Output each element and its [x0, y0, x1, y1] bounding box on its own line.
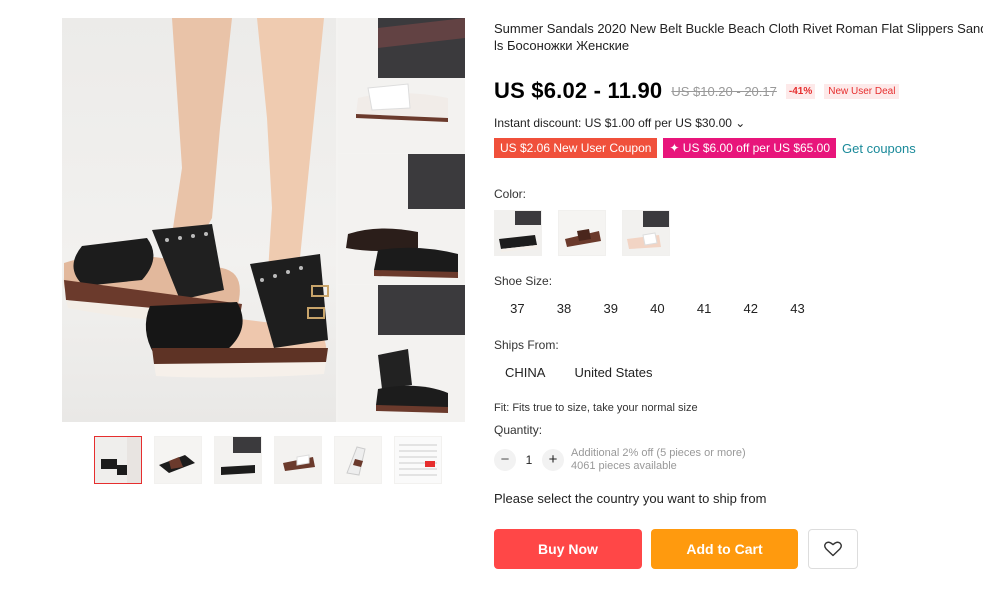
- get-coupons-link[interactable]: Get coupons: [842, 141, 916, 156]
- color-option-brown[interactable]: [558, 210, 606, 256]
- thumbnail-strip: [94, 436, 442, 484]
- quantity-value[interactable]: 1: [516, 453, 542, 467]
- size-option-43[interactable]: 43: [774, 298, 821, 320]
- thumbnail-4[interactable]: [274, 436, 322, 484]
- original-price: US $10.20 - 20.17: [671, 83, 777, 99]
- quantity-increase-button[interactable]: +: [542, 449, 564, 471]
- product-title-line-2: ls Босоножки Женские: [494, 38, 630, 53]
- buy-now-button[interactable]: Buy Now: [494, 529, 642, 569]
- size-option-38[interactable]: 38: [541, 298, 588, 320]
- main-image-right-column: [338, 18, 465, 422]
- stock-available: 4061 pieces available: [571, 460, 677, 472]
- main-product-image[interactable]: [62, 18, 465, 422]
- color-options: [494, 210, 670, 256]
- main-image-tile-middle: [338, 154, 465, 284]
- quantity-decrease-button[interactable]: −: [494, 449, 516, 471]
- thumbnail-2[interactable]: [154, 436, 202, 484]
- color-label: Color:: [494, 187, 527, 201]
- main-image-tile-bottom: [338, 285, 465, 422]
- heart-icon: [824, 541, 842, 557]
- thumbnail-6[interactable]: [394, 436, 442, 484]
- thumbnail-5[interactable]: [334, 436, 382, 484]
- thumbnail-1[interactable]: [94, 436, 142, 484]
- quantity-label: Quantity:: [494, 423, 543, 437]
- ships-from-options: CHINA United States: [494, 362, 664, 384]
- instant-discount[interactable]: Instant discount: US $1.00 off per US $3…: [494, 116, 745, 130]
- color-option-white[interactable]: [622, 210, 670, 256]
- quantity-info: Additional 2% off (5 pieces or more) 406…: [571, 447, 746, 473]
- size-option-41[interactable]: 41: [681, 298, 728, 320]
- ship-option-china[interactable]: CHINA: [494, 362, 556, 384]
- size-options: 37 38 39 40 41 42 43: [494, 298, 821, 320]
- size-option-40[interactable]: 40: [634, 298, 681, 320]
- ship-country-message: Please select the country you want to sh…: [494, 491, 767, 506]
- product-title: Summer Sandals 2020 New Belt Buckle Beac…: [494, 20, 983, 54]
- store-coupon[interactable]: ✦ US $6.00 off per US $65.00: [663, 138, 837, 158]
- product-title-line-1: Summer Sandals 2020 New Belt Buckle Beac…: [494, 21, 983, 36]
- main-image-left-photo: [62, 18, 336, 422]
- price-row: US $6.02 - 11.90 US $10.20 - 20.17 -41% …: [494, 78, 900, 104]
- add-to-cart-button[interactable]: Add to Cart: [651, 529, 798, 569]
- new-user-coupon[interactable]: US $2.06 New User Coupon: [494, 138, 658, 158]
- size-option-42[interactable]: 42: [727, 298, 774, 320]
- ships-from-label: Ships From:: [494, 338, 559, 352]
- new-user-deal-badge: New User Deal: [824, 83, 900, 99]
- size-option-37[interactable]: 37: [494, 298, 541, 320]
- fit-info: Fit: Fits true to size, take your normal…: [494, 402, 698, 414]
- discount-badge: -41%: [785, 83, 816, 99]
- main-image-tile-top: [338, 18, 465, 153]
- bulk-discount-note: Additional 2% off (5 pieces or more): [571, 447, 746, 459]
- sandal-photo-illustration: [63, 18, 329, 378]
- shoe-size-label: Shoe Size:: [494, 274, 553, 288]
- coupon-row: US $2.06 New User Coupon ✦ US $6.00 off …: [494, 138, 916, 158]
- quantity-stepper: − 1 + Additional 2% off (5 pieces or mor…: [494, 447, 746, 473]
- ship-option-united-states[interactable]: United States: [556, 362, 663, 384]
- thumbnail-3[interactable]: [214, 436, 262, 484]
- current-price: US $6.02 - 11.90: [494, 78, 663, 103]
- wishlist-button[interactable]: [808, 529, 858, 569]
- size-option-39[interactable]: 39: [587, 298, 634, 320]
- color-option-black[interactable]: [494, 210, 542, 256]
